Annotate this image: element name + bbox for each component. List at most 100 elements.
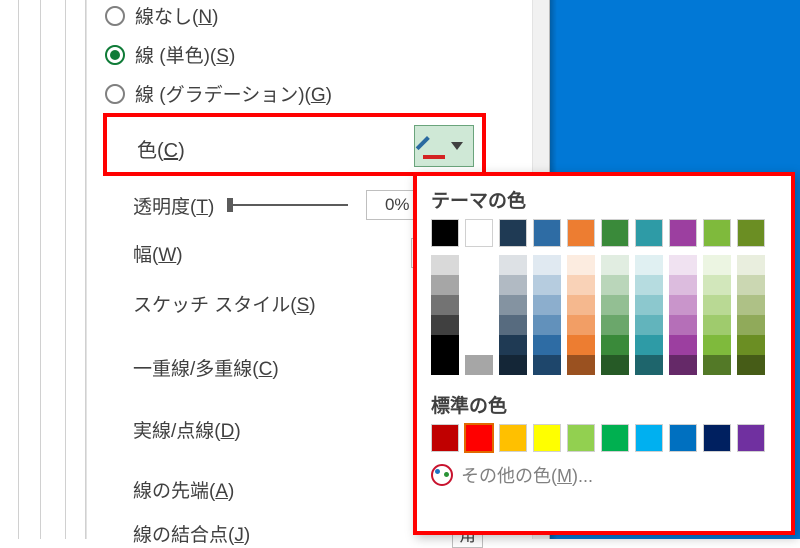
theme-color-shade[interactable] — [567, 295, 595, 315]
theme-color-shade[interactable] — [601, 255, 629, 275]
theme-color-shade[interactable] — [669, 255, 697, 275]
line-solid-radio[interactable]: 線 (単色)(S) — [87, 35, 550, 74]
theme-color-shade[interactable] — [601, 275, 629, 295]
join-type-label: 線の結合点(J) — [133, 520, 250, 547]
theme-color-swatch[interactable] — [635, 219, 663, 247]
radio-checked-icon — [105, 45, 125, 65]
theme-color-shade[interactable] — [499, 255, 527, 275]
theme-color-shade[interactable] — [431, 355, 459, 375]
theme-color-shade[interactable] — [703, 295, 731, 315]
theme-color-shade[interactable] — [533, 295, 561, 315]
theme-color-shade[interactable] — [703, 355, 731, 375]
theme-color-shade[interactable] — [431, 255, 459, 275]
theme-color-shade[interactable] — [601, 315, 629, 335]
line-color-button[interactable] — [414, 125, 474, 167]
radio-unchecked-icon — [105, 6, 125, 26]
theme-color-shade[interactable] — [669, 295, 697, 315]
theme-color-shade[interactable] — [431, 275, 459, 295]
theme-color-shade[interactable] — [499, 355, 527, 375]
theme-color-shade[interactable] — [431, 315, 459, 335]
theme-color-shade[interactable] — [737, 255, 765, 275]
theme-color-shade[interactable] — [703, 255, 731, 275]
theme-color-shade[interactable] — [703, 335, 731, 355]
theme-color-shade[interactable] — [635, 255, 663, 275]
theme-color-shade[interactable] — [465, 335, 493, 355]
theme-color-shade[interactable] — [635, 335, 663, 355]
standard-color-swatch[interactable] — [703, 424, 731, 452]
theme-color-shade[interactable] — [737, 275, 765, 295]
theme-color-shade[interactable] — [635, 315, 663, 335]
theme-color-shade[interactable] — [601, 355, 629, 375]
theme-color-shade[interactable] — [533, 355, 561, 375]
theme-color-shade[interactable] — [737, 335, 765, 355]
theme-color-shade[interactable] — [737, 355, 765, 375]
standard-color-swatch[interactable] — [465, 424, 493, 452]
theme-color-shade[interactable] — [567, 255, 595, 275]
theme-color-shade[interactable] — [533, 315, 561, 335]
theme-color-shade[interactable] — [499, 275, 527, 295]
theme-color-shade[interactable] — [635, 275, 663, 295]
pencil-icon — [425, 136, 445, 156]
theme-color-shade[interactable] — [567, 335, 595, 355]
standard-color-swatch[interactable] — [567, 424, 595, 452]
theme-color-shade[interactable] — [499, 295, 527, 315]
theme-color-shade[interactable] — [703, 275, 731, 295]
theme-color-shade[interactable] — [635, 355, 663, 375]
transparency-label: 透明度(T) — [133, 192, 214, 219]
theme-color-swatch[interactable] — [431, 219, 459, 247]
standard-color-swatch[interactable] — [499, 424, 527, 452]
standard-color-swatch[interactable] — [669, 424, 697, 452]
theme-color-shade[interactable] — [669, 355, 697, 375]
theme-color-shades — [417, 247, 791, 375]
theme-color-swatch[interactable] — [703, 219, 731, 247]
standard-colors-row — [417, 424, 791, 452]
theme-color-shade[interactable] — [533, 335, 561, 355]
sketch-style-label[interactable]: スケッチ スタイル(S) — [133, 290, 316, 317]
theme-color-shade[interactable] — [499, 315, 527, 335]
theme-color-shade[interactable] — [465, 355, 493, 375]
standard-color-swatch[interactable] — [635, 424, 663, 452]
theme-color-shade[interactable] — [669, 335, 697, 355]
theme-color-shade[interactable] — [601, 335, 629, 355]
theme-color-swatch[interactable] — [499, 219, 527, 247]
theme-color-shade[interactable] — [465, 275, 493, 295]
theme-color-shade[interactable] — [465, 295, 493, 315]
theme-color-shade[interactable] — [499, 335, 527, 355]
standard-color-swatch[interactable] — [431, 424, 459, 452]
theme-color-shade[interactable] — [635, 295, 663, 315]
theme-color-swatch[interactable] — [601, 219, 629, 247]
theme-color-shade[interactable] — [669, 315, 697, 335]
line-gradient-radio[interactable]: 線 (グラデーション)(G) — [87, 74, 550, 113]
theme-color-shade[interactable] — [737, 295, 765, 315]
theme-color-shade[interactable] — [567, 315, 595, 335]
theme-color-shade[interactable] — [533, 275, 561, 295]
theme-color-swatch[interactable] — [533, 219, 561, 247]
theme-color-shade[interactable] — [533, 255, 561, 275]
transparency-slider[interactable] — [228, 195, 348, 215]
theme-color-shade[interactable] — [703, 315, 731, 335]
theme-color-swatch[interactable] — [567, 219, 595, 247]
standard-color-swatch[interactable] — [737, 424, 765, 452]
theme-color-shade[interactable] — [669, 275, 697, 295]
theme-color-shade[interactable] — [567, 355, 595, 375]
dash-type-label[interactable]: 実線/点線(D) — [133, 416, 241, 443]
theme-color-swatch[interactable] — [465, 219, 493, 247]
theme-color-swatch[interactable] — [737, 219, 765, 247]
theme-color-shade[interactable] — [431, 295, 459, 315]
theme-color-shade[interactable] — [567, 275, 595, 295]
more-colors-item[interactable]: その他の色(M)... — [417, 452, 791, 488]
theme-color-shade[interactable] — [465, 255, 493, 275]
theme-color-shade[interactable] — [431, 335, 459, 355]
line-none-radio[interactable]: 線なし(N) — [87, 0, 550, 35]
standard-color-swatch[interactable] — [601, 424, 629, 452]
standard-color-swatch[interactable] — [533, 424, 561, 452]
compound-line-label[interactable]: 一重線/多重線(C) — [133, 354, 279, 381]
theme-color-shade[interactable] — [465, 315, 493, 335]
theme-color-swatch[interactable] — [669, 219, 697, 247]
theme-color-shade[interactable] — [601, 295, 629, 315]
standard-colors-heading: 標準の色 — [431, 391, 791, 418]
spreadsheet-gutter — [0, 0, 86, 539]
theme-color-shade[interactable] — [737, 315, 765, 335]
line-color-row-highlight: 色(C) — [103, 113, 486, 176]
radio-unchecked-icon — [105, 84, 125, 104]
